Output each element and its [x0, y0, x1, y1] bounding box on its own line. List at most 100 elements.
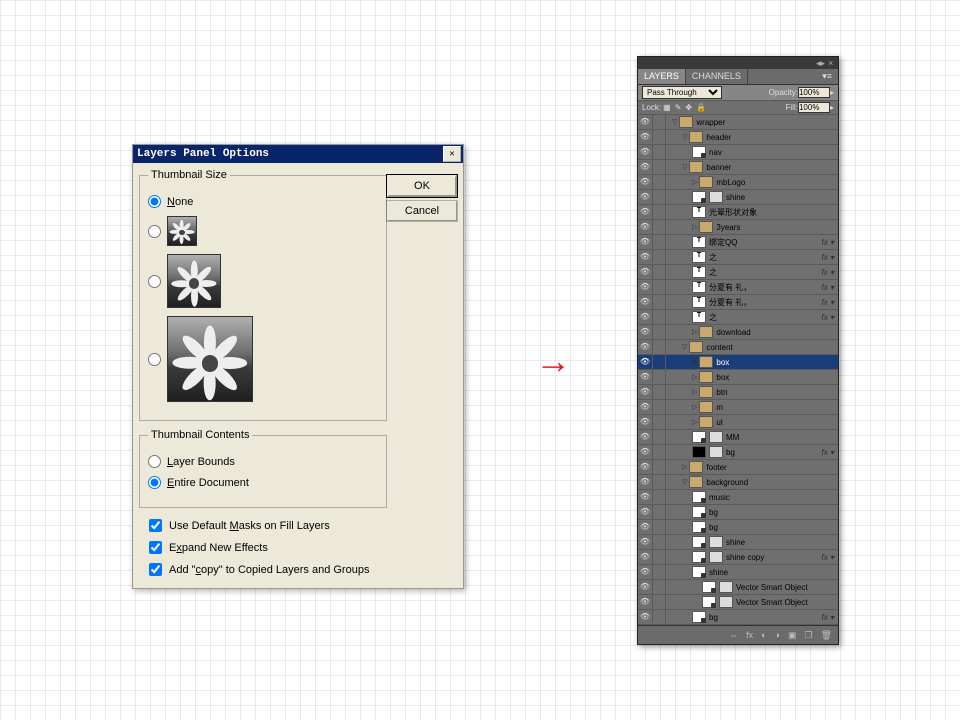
layer-row[interactable]: 👁shine: [638, 535, 838, 550]
layer-row[interactable]: 👁T分夏有 礼，fx: [638, 280, 838, 295]
collapse-icon[interactable]: ◂▸: [816, 59, 824, 67]
layer-row[interactable]: 👁▷m: [638, 400, 838, 415]
visibility-icon[interactable]: 👁: [638, 160, 653, 174]
expand-icon[interactable]: ▷: [692, 328, 697, 336]
radio-small[interactable]: [148, 216, 378, 246]
fx-indicator-icon[interactable]: fx: [822, 253, 834, 262]
expand-icon[interactable]: ▶: [692, 358, 697, 366]
visibility-icon[interactable]: 👁: [638, 175, 653, 189]
ok-button[interactable]: OK: [387, 175, 457, 197]
dialog-titlebar[interactable]: Layers Panel Options ✕: [133, 145, 463, 163]
layer-row[interactable]: 👁T之fx: [638, 265, 838, 280]
expand-icon[interactable]: ▷: [692, 178, 697, 186]
lock-transparency-icon[interactable]: ▦: [663, 103, 671, 112]
visibility-icon[interactable]: 👁: [638, 280, 653, 294]
layer-row[interactable]: 👁▷box: [638, 370, 838, 385]
visibility-icon[interactable]: 👁: [638, 520, 653, 534]
layer-row[interactable]: 👁▷ul: [638, 415, 838, 430]
fx-indicator-icon[interactable]: fx: [822, 298, 834, 307]
fill-stepper-icon[interactable]: ▸: [830, 103, 834, 112]
layer-row[interactable]: 👁shine copyfx: [638, 550, 838, 565]
layer-row[interactable]: 👁▷mbLogo: [638, 175, 838, 190]
expand-icon[interactable]: ▽: [672, 118, 677, 126]
fx-indicator-icon[interactable]: fx: [822, 448, 834, 457]
visibility-icon[interactable]: 👁: [638, 400, 653, 414]
visibility-icon[interactable]: 👁: [638, 145, 653, 159]
fx-indicator-icon[interactable]: fx: [822, 313, 834, 322]
panel-menu-icon[interactable]: ▾≡: [816, 69, 838, 84]
visibility-icon[interactable]: 👁: [638, 550, 653, 564]
layer-row[interactable]: 👁▽content: [638, 340, 838, 355]
radio-layer-bounds[interactable]: Layer BoundsLayer Bounds: [148, 455, 378, 468]
layer-row[interactable]: 👁music: [638, 490, 838, 505]
layer-row[interactable]: 👁shine: [638, 565, 838, 580]
cancel-button[interactable]: Cancel: [387, 201, 457, 221]
expand-icon[interactable]: ▷: [692, 403, 697, 411]
visibility-icon[interactable]: 👁: [638, 265, 653, 279]
layer-row[interactable]: 👁T分夏有 礼，fx: [638, 295, 838, 310]
fx-indicator-icon[interactable]: fx: [822, 283, 834, 292]
layer-row[interactable]: 👁bgfx: [638, 610, 838, 625]
chk-default-masks[interactable]: Use Default Masks on Fill LayersUse Defa…: [145, 516, 387, 535]
layer-row[interactable]: 👁T绑定QQfx: [638, 235, 838, 250]
visibility-icon[interactable]: 👁: [638, 220, 653, 234]
visibility-icon[interactable]: 👁: [638, 370, 653, 384]
fx-icon[interactable]: fx: [746, 630, 753, 640]
visibility-icon[interactable]: 👁: [638, 445, 653, 459]
layer-row[interactable]: 👁▽banner: [638, 160, 838, 175]
visibility-icon[interactable]: 👁: [638, 475, 653, 489]
layer-row[interactable]: 👁▷footer: [638, 460, 838, 475]
expand-icon[interactable]: ▽: [682, 163, 687, 171]
expand-icon[interactable]: ▷: [692, 388, 697, 396]
visibility-icon[interactable]: 👁: [638, 565, 653, 579]
opacity-stepper-icon[interactable]: ▸: [830, 88, 834, 97]
blend-mode-select[interactable]: Pass Through: [642, 86, 722, 99]
visibility-icon[interactable]: 👁: [638, 385, 653, 399]
expand-icon[interactable]: ▽: [682, 478, 687, 486]
fill-input[interactable]: [798, 102, 830, 113]
radio-medium[interactable]: [148, 254, 378, 308]
lock-position-icon[interactable]: ✥: [685, 103, 692, 112]
chk-add-copy[interactable]: Add "copy" to Copied Layers and GroupsAd…: [145, 560, 387, 579]
visibility-icon[interactable]: 👁: [638, 235, 653, 249]
layer-row[interactable]: 👁▶box: [638, 355, 838, 370]
visibility-icon[interactable]: 👁: [638, 115, 653, 129]
link-layers-icon[interactable]: ⇔: [729, 630, 738, 640]
layer-row[interactable]: 👁▷3years: [638, 220, 838, 235]
fx-indicator-icon[interactable]: fx: [822, 268, 834, 277]
close-icon[interactable]: ✕: [443, 146, 461, 162]
visibility-icon[interactable]: 👁: [638, 205, 653, 219]
trash-icon[interactable]: 🗑: [821, 630, 832, 641]
close-panel-icon[interactable]: ×: [828, 59, 836, 67]
visibility-icon[interactable]: 👁: [638, 610, 653, 624]
visibility-icon[interactable]: 👁: [638, 580, 653, 594]
layer-row[interactable]: 👁Vector Smart Object: [638, 595, 838, 610]
layer-row[interactable]: 👁▷btn: [638, 385, 838, 400]
fx-indicator-icon[interactable]: fx: [822, 553, 834, 562]
visibility-icon[interactable]: 👁: [638, 325, 653, 339]
layer-row[interactable]: 👁▽wrapper: [638, 115, 838, 130]
new-layer-icon[interactable]: ❐: [804, 630, 812, 641]
visibility-icon[interactable]: 👁: [638, 355, 653, 369]
layer-row[interactable]: 👁nav: [638, 145, 838, 160]
layer-row[interactable]: 👁Vector Smart Object: [638, 580, 838, 595]
layer-row[interactable]: 👁MM: [638, 430, 838, 445]
layer-row[interactable]: 👁▽header: [638, 130, 838, 145]
visibility-icon[interactable]: 👁: [638, 490, 653, 504]
visibility-icon[interactable]: 👁: [638, 595, 653, 609]
expand-icon[interactable]: ▷: [692, 223, 697, 231]
radio-entire-document[interactable]: Entire DocumentEntire Document: [148, 476, 378, 489]
opacity-input[interactable]: [798, 87, 830, 98]
fx-indicator-icon[interactable]: fx: [822, 238, 834, 247]
layer-row[interactable]: 👁T之fx: [638, 250, 838, 265]
mask-icon[interactable]: ◐: [761, 630, 766, 640]
visibility-icon[interactable]: 👁: [638, 190, 653, 204]
expand-icon[interactable]: ▷: [682, 463, 687, 471]
lock-all-icon[interactable]: 🔒: [696, 103, 706, 112]
layer-row[interactable]: 👁▷download: [638, 325, 838, 340]
visibility-icon[interactable]: 👁: [638, 430, 653, 444]
expand-icon[interactable]: ▽: [682, 133, 687, 141]
expand-icon[interactable]: ▷: [692, 418, 697, 426]
layer-row[interactable]: 👁shine: [638, 190, 838, 205]
radio-none[interactable]: NNoneone: [148, 195, 378, 208]
